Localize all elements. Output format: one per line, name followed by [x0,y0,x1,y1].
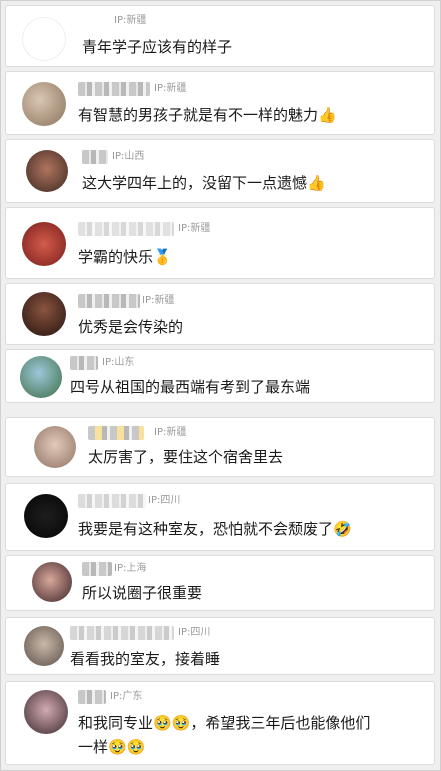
avatar[interactable] [24,494,68,538]
avatar[interactable] [34,426,76,468]
username-redacted [78,690,106,704]
comment-feed: IP:新疆 青年学子应该有的样子 IP:新疆 有智慧的男孩子就是有不一样的魅力👍… [0,0,441,771]
ip-location: IP:广东 [110,691,143,702]
comment-text: 青年学子应该有的样子 [82,38,233,56]
avatar[interactable] [20,356,62,398]
ip-location: IP:上海 [114,563,147,574]
comment-card[interactable]: IP:新疆 有智慧的男孩子就是有不一样的魅力👍 [5,71,435,135]
ip-location: IP:新疆 [154,427,187,438]
thumbs-up-icon: 👍 [307,174,326,192]
ip-location: IP:四川 [148,495,181,506]
username-redacted [88,426,144,440]
comment-text: 优秀是会传染的 [78,318,184,336]
comment-card[interactable]: IP:山东 四号从祖国的最西端有考到了最东端 [5,349,435,403]
ip-location: IP:山东 [102,357,135,368]
comment-card[interactable]: IP:广东 和我同专业🥹🥹，希望我三年后也能像他们 一样🥹🥹 [5,681,435,765]
pleading-face-icon: 🥹🥹 [108,738,146,756]
comment-card[interactable]: IP:新疆 学霸的快乐🥇 [5,207,435,279]
ip-location: IP:新疆 [178,223,211,234]
comment-text: 学霸的快乐🥇 [78,248,172,266]
avatar[interactable] [26,150,68,192]
comment-card[interactable]: IP:上海 所以说圈子很重要 [5,555,435,611]
comment-text: 这大学四年上的，没留下一点遗憾👍 [82,174,326,192]
comment-card[interactable]: IP:新疆 太厉害了，要住这个宿舍里去 [5,417,435,477]
comment-card[interactable]: IP:四川 我要是有这种室友，恐怕就不会颓废了🤣 [5,483,435,551]
rofl-emoji-icon: 🤣 [333,520,352,538]
username-redacted [82,150,108,164]
username-redacted [82,562,112,576]
avatar[interactable] [22,82,66,126]
username-redacted [78,222,174,236]
comment-text: 所以说圈子很重要 [82,584,203,602]
comment-text: 有智慧的男孩子就是有不一样的魅力👍 [78,106,337,124]
avatar[interactable] [22,292,66,336]
ip-location: IP:新疆 [154,83,187,94]
thumbs-up-icon: 👍 [318,106,337,124]
comment-text: 和我同专业🥹🥹，希望我三年后也能像他们 [78,714,371,732]
comment-card[interactable]: IP:山西 这大学四年上的，没留下一点遗憾👍 [5,139,435,203]
ip-location: IP:新疆 [114,15,147,26]
ip-location: IP:新疆 [142,295,175,306]
ip-location: IP:山西 [112,151,145,162]
avatar[interactable] [24,626,64,666]
comment-text: 四号从祖国的最西端有考到了最东端 [70,378,311,396]
comment-card[interactable]: IP:新疆 优秀是会传染的 [5,283,435,345]
pleading-face-icon: 🥹🥹 [153,714,191,732]
username-redacted [78,494,146,508]
comment-card[interactable]: IP:新疆 青年学子应该有的样子 [5,5,435,67]
avatar[interactable] [24,690,68,734]
comment-text: 看看我的室友，接着睡 [70,650,221,668]
comment-card[interactable]: IP:四川 看看我的室友，接着睡 [5,617,435,675]
comment-text: 太厉害了，要住这个宿舍里去 [88,448,284,466]
medal-icon: 🥇 [153,248,172,266]
avatar[interactable] [22,17,66,61]
avatar[interactable] [32,562,72,602]
comment-text: 我要是有这种室友，恐怕就不会颓废了🤣 [78,520,352,538]
avatar[interactable] [22,222,66,266]
username-redacted [78,294,140,308]
comment-text-line2: 一样🥹🥹 [78,738,146,756]
username-redacted [70,356,98,370]
username-redacted [78,82,150,96]
username-redacted [70,626,174,640]
ip-location: IP:四川 [178,627,211,638]
